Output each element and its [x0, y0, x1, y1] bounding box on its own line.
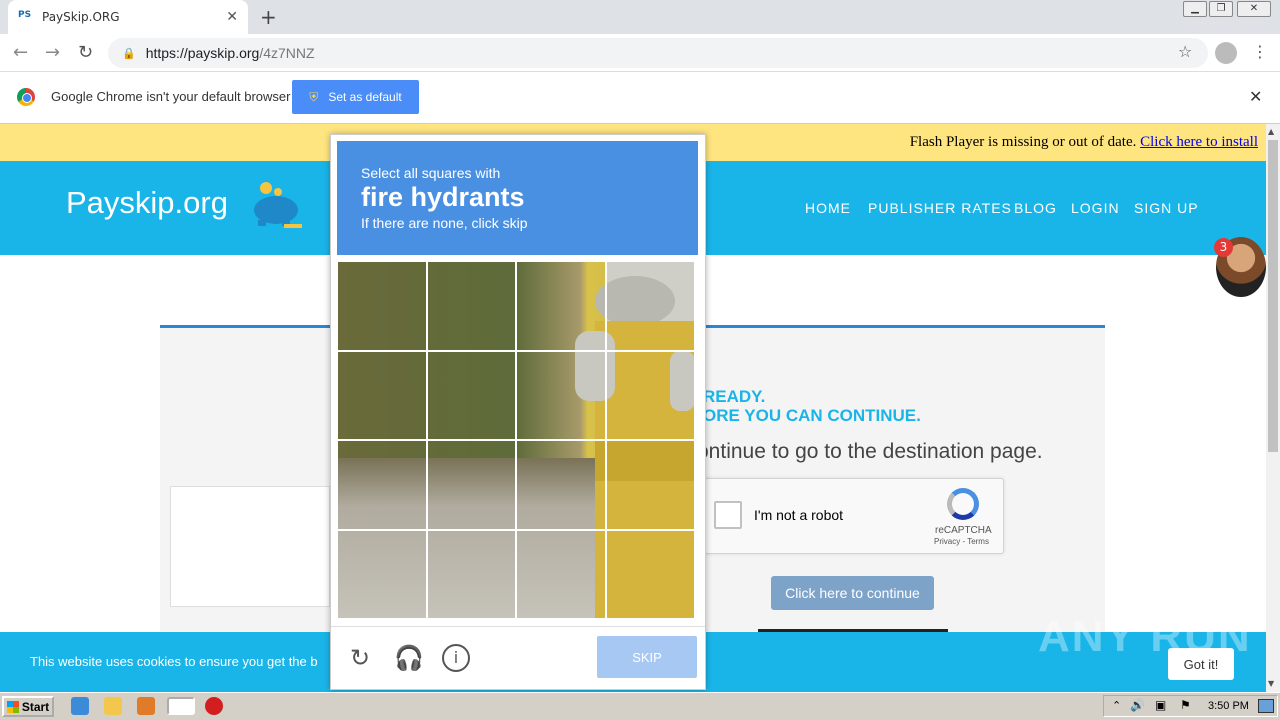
- challenge-tile[interactable]: [605, 261, 695, 351]
- scroll-down-icon[interactable]: ▼: [1268, 679, 1274, 688]
- network-icon[interactable]: ▣: [1155, 698, 1166, 712]
- site-logo[interactable]: Payskip.org: [66, 185, 228, 221]
- chrome-taskbar-icon[interactable]: [167, 697, 195, 715]
- new-tab-icon[interactable]: +: [260, 5, 277, 29]
- challenge-cells: [337, 261, 695, 619]
- nav-sign-up[interactable]: SIGN UP: [1134, 200, 1199, 216]
- favicon-icon: PS: [18, 10, 32, 20]
- url-host: https://payskip.org: [145, 45, 260, 61]
- forward-icon[interactable]: →: [45, 42, 60, 63]
- infobar-text: Google Chrome isn't your default browser: [51, 89, 291, 104]
- explorer-icon[interactable]: [104, 697, 122, 715]
- chrome-logo-icon: [17, 88, 35, 106]
- info-icon[interactable]: i: [442, 644, 470, 672]
- challenge-instruction: Select all squares with: [361, 165, 501, 181]
- recaptcha-logo-icon: [947, 488, 979, 520]
- nav-blog[interactable]: BLOG: [1014, 200, 1057, 216]
- reload-icon[interactable]: ↻: [346, 644, 374, 672]
- scroll-up-icon[interactable]: ▲: [1268, 127, 1274, 136]
- tray-expand-icon[interactable]: ⌃: [1112, 699, 1121, 712]
- ready-subheading: ORE YOU CAN CONTINUE.: [703, 406, 921, 425]
- challenge-tile[interactable]: [337, 350, 427, 440]
- audio-icon[interactable]: 🎧: [394, 644, 424, 672]
- tab-close-icon[interactable]: ✕: [226, 9, 238, 25]
- cookie-text: This website uses cookies to ensure you …: [30, 654, 318, 669]
- continue-instructions: ontinue to go to the destination page.: [697, 440, 1043, 463]
- nav-publisher-rates[interactable]: PUBLISHER RATES: [868, 200, 1012, 216]
- challenge-tile[interactable]: [516, 350, 606, 440]
- notification-badge: 3: [1214, 238, 1233, 257]
- clock: 3:50 PM: [1208, 700, 1249, 712]
- restore-icon[interactable]: ❐: [1209, 1, 1233, 17]
- challenge-footer-divider: [331, 626, 705, 627]
- address-bar[interactable]: 🔒 https://payskip.org/4z7NNZ: [108, 38, 1208, 68]
- ad-box: [170, 486, 330, 607]
- challenge-tile[interactable]: [516, 440, 606, 530]
- flash-text: Flash Player is missing or out of date.: [909, 134, 1137, 150]
- set-default-button[interactable]: ⛨ Set as default: [292, 80, 419, 114]
- tab-title: PaySkip.ORG: [42, 10, 120, 24]
- menu-icon[interactable]: ⋮: [1252, 42, 1268, 61]
- lock-icon: 🔒: [122, 47, 136, 60]
- challenge-tile[interactable]: [516, 529, 606, 619]
- challenge-tile[interactable]: [426, 261, 516, 351]
- browser-tab[interactable]: PS PaySkip.ORG ✕: [8, 0, 248, 34]
- challenge-tile[interactable]: [426, 529, 516, 619]
- set-default-label: Set as default: [328, 90, 402, 104]
- start-label: Start: [21, 699, 50, 714]
- challenge-tile[interactable]: [605, 529, 695, 619]
- nav-login[interactable]: LOGIN: [1071, 200, 1120, 216]
- challenge-hint: If there are none, click skip: [361, 215, 528, 231]
- profile-icon[interactable]: [1215, 42, 1237, 64]
- volume-icon[interactable]: 🔊: [1130, 698, 1145, 712]
- challenge-tile[interactable]: [426, 440, 516, 530]
- recaptcha-label: I'm not a robot: [754, 507, 844, 523]
- recaptcha-brand: reCAPTCHA: [935, 525, 992, 536]
- reload-page-icon[interactable]: ↻: [78, 42, 93, 63]
- shield-icon: ⛨: [309, 89, 319, 104]
- scrollbar-thumb[interactable]: [1268, 140, 1278, 452]
- show-desktop-icon[interactable]: [1258, 699, 1274, 713]
- ie-icon[interactable]: [71, 697, 89, 715]
- challenge-tile[interactable]: [605, 440, 695, 530]
- challenge-tile[interactable]: [605, 350, 695, 440]
- challenge-tile[interactable]: [337, 261, 427, 351]
- challenge-tile[interactable]: [337, 529, 427, 619]
- skip-button[interactable]: SKIP: [597, 636, 697, 678]
- piggy-bank-icon: [254, 182, 302, 228]
- recaptcha-links[interactable]: Privacy - Terms: [934, 537, 989, 546]
- infobar-close-icon[interactable]: ✕: [1249, 87, 1262, 106]
- challenge-tile[interactable]: [426, 350, 516, 440]
- media-player-icon[interactable]: [137, 697, 155, 715]
- windows-logo-icon: [6, 700, 19, 713]
- continue-button[interactable]: Click here to continue: [771, 576, 934, 610]
- nav-home[interactable]: HOME: [805, 200, 851, 216]
- challenge-tile[interactable]: [337, 440, 427, 530]
- flag-icon[interactable]: ⚑: [1180, 698, 1191, 712]
- flash-install-link[interactable]: Click here to install: [1140, 134, 1258, 150]
- window-close-icon[interactable]: ✕: [1237, 1, 1271, 17]
- bookmark-star-icon[interactable]: ☆: [1178, 42, 1192, 61]
- recaptcha-checkbox[interactable]: [714, 501, 742, 529]
- ready-heading: READY.: [703, 387, 766, 406]
- cookie-accept-button[interactable]: Got it!: [1168, 648, 1234, 680]
- minimize-icon[interactable]: ▁: [1183, 1, 1207, 17]
- flash-message: Flash Player is missing or out of date. …: [910, 134, 1258, 151]
- url-path: /4z7NNZ: [259, 45, 315, 61]
- start-button[interactable]: Start: [2, 696, 54, 717]
- challenge-target: fire hydrants: [361, 182, 525, 212]
- browser-toolbar: ← → ↻ 🔒 https://payskip.org/4z7NNZ ☆ ⋮: [0, 34, 1280, 72]
- opera-icon[interactable]: [205, 697, 223, 715]
- challenge-tile[interactable]: [516, 261, 606, 351]
- back-icon[interactable]: ←: [13, 42, 28, 63]
